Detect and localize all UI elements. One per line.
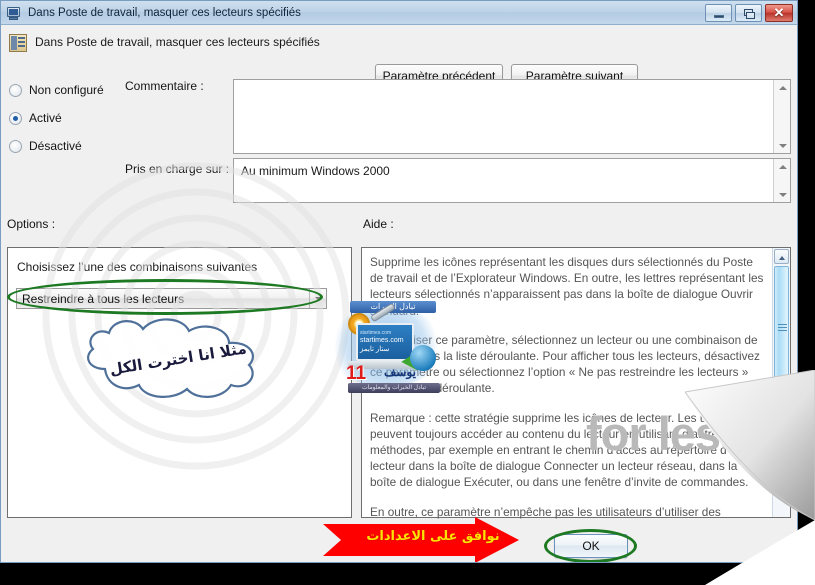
radio-not-configured[interactable]: Non configuré: [9, 83, 104, 97]
policy-setting-icon: [9, 34, 27, 52]
restore-button[interactable]: [735, 3, 762, 22]
scroll-down-icon[interactable]: [775, 139, 790, 152]
radio-enabled[interactable]: Activé: [9, 111, 62, 125]
radio-not-configured-indicator[interactable]: [9, 83, 22, 97]
combo-instruction-label: Choisissez l’une des combinaisons suivan…: [17, 260, 258, 274]
scrollbar-thumb[interactable]: [774, 266, 789, 396]
help-text: Supprime les icônes représentant les dis…: [362, 248, 772, 535]
setting-title: Dans Poste de travail, masquer ces lecte…: [35, 35, 320, 49]
help-paragraph: Supprime les icônes représentant les dis…: [370, 255, 764, 318]
comment-label: Commentaire :: [125, 79, 204, 93]
supported-on-field: Au minimum Windows 2000: [233, 158, 791, 203]
window-controls: ✕: [705, 3, 793, 22]
window-title: Dans Poste de travail, masquer ces lecte…: [28, 6, 301, 19]
window-titlebar: Dans Poste de travail, masquer ces lecte…: [1, 1, 797, 25]
options-panel: Choisissez l’une des combinaisons suivan…: [7, 247, 352, 518]
radio-not-configured-label: Non configuré: [29, 83, 104, 97]
help-label: Aide :: [363, 217, 394, 231]
scroll-up-icon[interactable]: [774, 249, 789, 264]
help-paragraph: Pour utiliser ce paramètre, sélectionnez…: [370, 332, 760, 396]
drive-combination-dropdown[interactable]: Restreindre à tous les lecteurs: [16, 288, 327, 309]
minimize-icon: [714, 14, 724, 18]
comment-input[interactable]: [234, 80, 773, 153]
options-label: Options :: [7, 217, 56, 231]
minimize-button[interactable]: [705, 3, 732, 22]
help-paragraph: En outre, ce paramètre n’empêche pas les…: [370, 504, 721, 535]
help-scrollbar[interactable]: [772, 248, 790, 517]
ok-button[interactable]: OK: [554, 534, 628, 558]
scroll-up-icon[interactable]: [775, 81, 790, 94]
radio-disabled-label: Désactivé: [29, 139, 82, 153]
scroll-down-icon[interactable]: [775, 188, 790, 201]
radio-enabled-label: Activé: [29, 111, 62, 125]
close-button[interactable]: ✕: [765, 3, 793, 22]
supported-on-scrollbar[interactable]: [773, 159, 790, 202]
chevron-down-icon[interactable]: [309, 289, 326, 308]
dropdown-selected-value: Restreindre à tous les lecteurs: [22, 291, 185, 306]
close-icon: ✕: [773, 4, 785, 20]
comment-scrollbar[interactable]: [773, 80, 790, 153]
group-policy-setting-window: Dans Poste de travail, masquer ces lecte…: [0, 0, 798, 563]
radio-disabled[interactable]: Désactivé: [9, 139, 82, 153]
setting-header: Dans Poste de travail, masquer ces lecte…: [1, 26, 797, 88]
supported-on-label: Pris en charge sur :: [125, 162, 230, 176]
scroll-up-icon[interactable]: [775, 160, 790, 173]
help-paragraph: Remarque : cette stratégie supprime les …: [370, 410, 757, 490]
supported-on-value: Au minimum Windows 2000: [241, 164, 390, 178]
radio-enabled-indicator[interactable]: [9, 111, 22, 125]
policy-window-icon: [6, 5, 22, 21]
radio-disabled-indicator[interactable]: [9, 139, 22, 153]
help-panel: Supprime les icônes représentant les dis…: [361, 247, 791, 535]
comment-field[interactable]: [233, 79, 791, 154]
